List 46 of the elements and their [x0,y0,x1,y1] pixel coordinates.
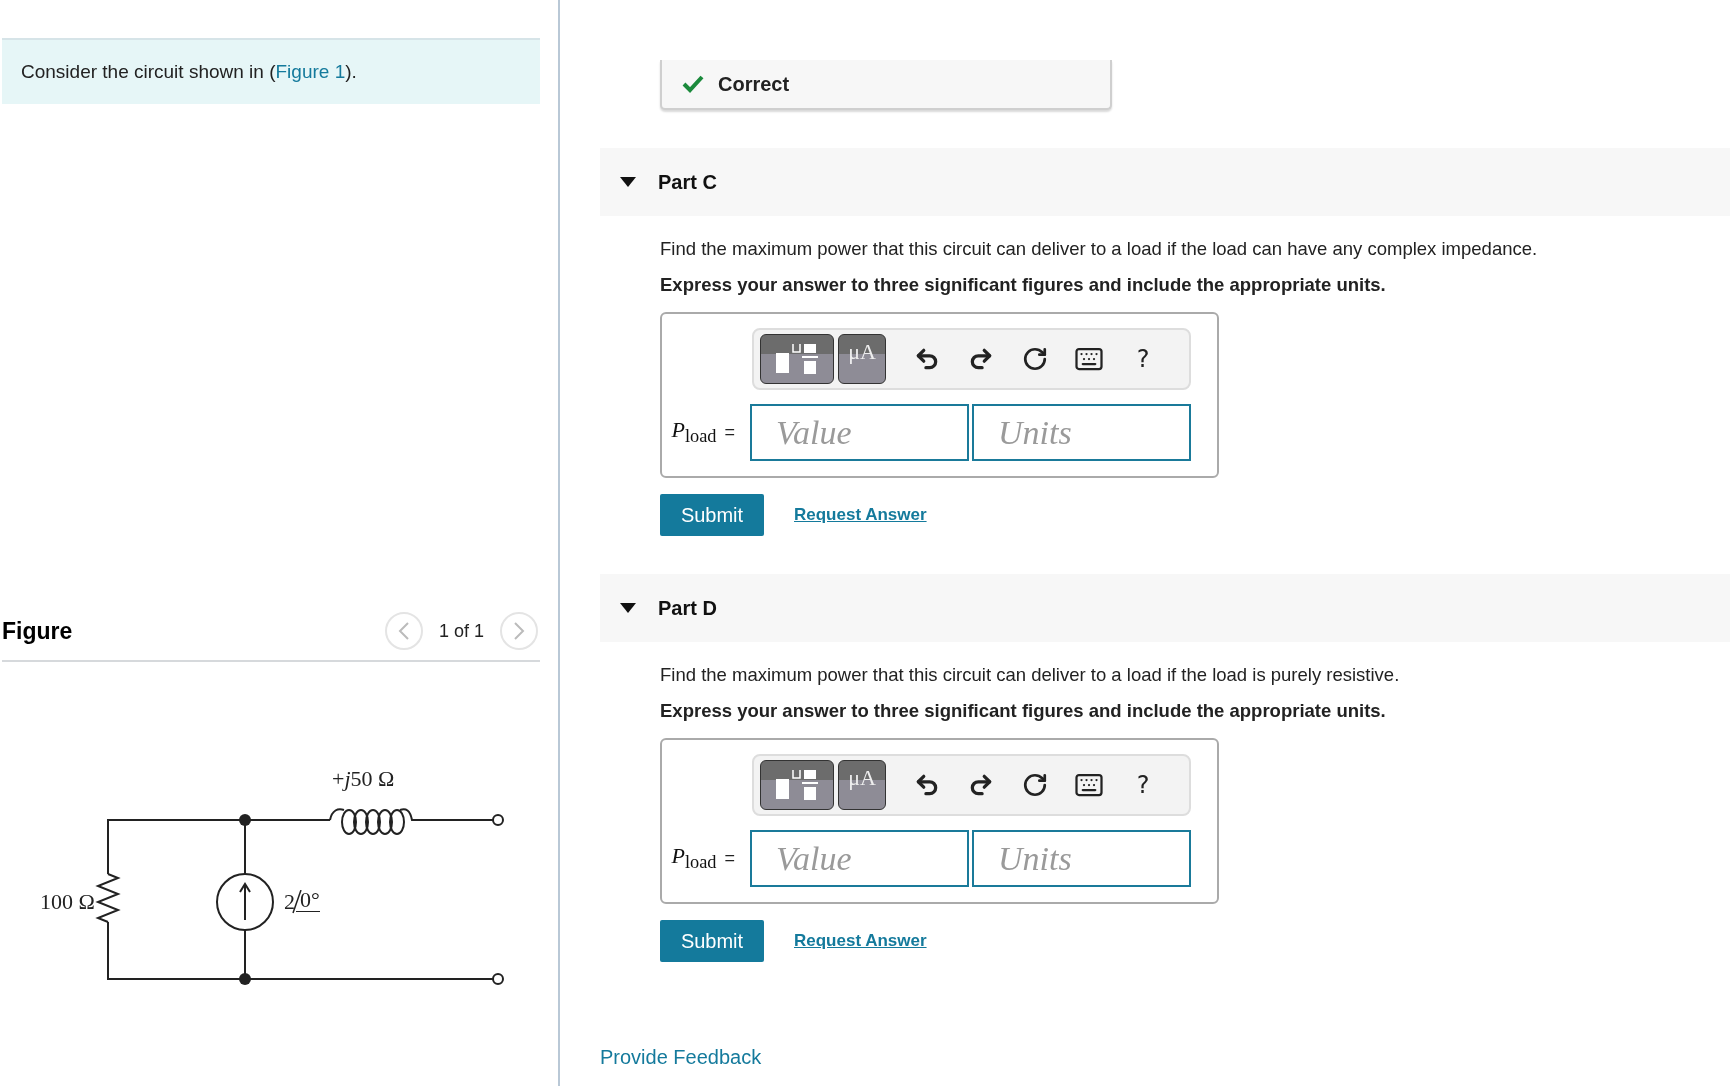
reset-icon [1022,346,1048,372]
request-answer-link[interactable]: Request Answer [794,931,927,951]
figure-link[interactable]: Figure 1 [275,61,346,82]
submit-button[interactable]: Submit [660,920,764,962]
figure-title: Figure [2,617,74,645]
units-button[interactable]: μA [838,760,886,810]
units-button[interactable]: μA [838,334,886,384]
figure-pager: 1 of 1 [438,620,484,642]
variable-label: P$_{load}$ [671,417,717,448]
redo-icon [968,346,994,372]
question-text: Find the maximum power that this circuit can deliver to a load if the load is purely resistive. [660,664,1401,686]
templates-button[interactable] [760,760,834,810]
chevron-right-icon [513,622,525,640]
equals-sign: = [724,422,735,443]
resistor-label: 100 Ω [40,889,95,915]
undo-icon [914,346,940,372]
request-answer-link[interactable]: Request Answer [794,505,927,525]
status-text: Correct [718,72,790,96]
value-field[interactable]: Value [750,404,969,461]
problem-text: Consider the circuit shown in (Figure 1). [21,61,357,83]
help-button[interactable]: ? [1118,760,1168,810]
angle-icon [292,890,302,914]
part-title: Part C [658,170,717,194]
check-icon [682,75,704,93]
part-header[interactable]: Part D [600,574,1730,642]
redo-icon [968,772,994,798]
help-button[interactable]: ? [1118,334,1168,384]
chevron-left-icon [397,622,410,640]
source-angle-label: 0° [296,889,320,912]
inductor-label: +j50 Ω [332,766,395,792]
instruction-text: Express your answer to three significant figures and include the appropriate units. [660,274,1387,296]
reset-icon [1022,772,1048,798]
templates-button[interactable] [760,334,834,384]
source-magnitude-label: 2 [284,889,295,915]
submit-button[interactable]: Submit [660,494,764,536]
instruction-text: Express your answer to three significant figures and include the appropriate units. [660,700,1387,722]
part-title: Part D [658,596,717,620]
units-field[interactable]: Units [972,404,1191,461]
variable-label: P$_{load}$ [671,843,717,874]
equals-sign: = [724,848,735,869]
value-field[interactable]: Value [750,830,969,887]
units-field[interactable]: Units [972,830,1191,887]
question-text: Find the maximum power that this circuit can deliver to a load if the load can have any complex impedance. [660,238,1539,260]
feedback-link[interactable]: Provide Feedback [600,1046,762,1069]
part-header[interactable]: Part C [600,148,1730,216]
undo-icon [914,772,940,798]
